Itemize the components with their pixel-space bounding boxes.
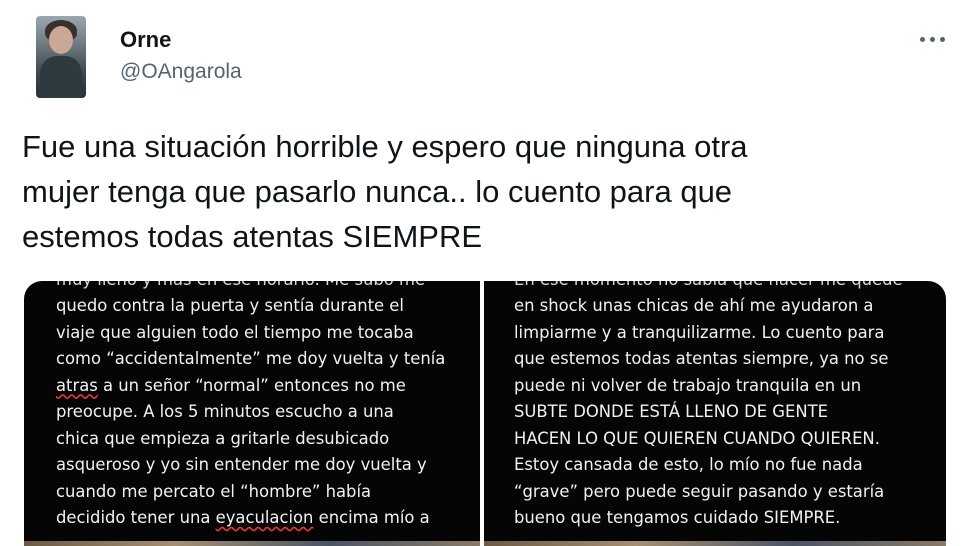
author-display-name[interactable]: Orne xyxy=(120,27,171,53)
media-text-fragment: decidido tener una xyxy=(56,508,216,527)
media-text-line: decidido tener una eyaculacion encima mí… xyxy=(56,505,445,532)
media-cut-line: En ese momento no sabía que hacer me que… xyxy=(514,281,903,294)
media-text-line: chica que empieza a gritarle desubicado xyxy=(56,428,390,448)
media-text-fragment: a un señor “normal” entonces no me xyxy=(97,375,406,395)
media-text-line: en shock unas chicas de ahí me ayudaron … xyxy=(514,296,874,315)
media-image-strip xyxy=(484,541,946,546)
author-handle[interactable]: @OAngarola xyxy=(120,60,242,84)
tweet-text: Fue una situación horrible y espero que … xyxy=(22,129,748,254)
media-image-strip xyxy=(24,541,480,546)
more-horizontal-icon-dot xyxy=(930,37,935,42)
avatar[interactable] xyxy=(36,16,86,98)
tweet-card: Orne @OAngarola Fue una situación horrib… xyxy=(0,0,970,546)
media-cut-line: muy lleno y más en ese horario. Me subo … xyxy=(56,281,425,294)
media-text-line: preocupe. A los 5 minutos escucho a una xyxy=(56,402,394,421)
media-text-line: quedo contra la puerta y sentía durante … xyxy=(56,296,404,315)
media-text-block: en shock unas chicas de ahí me ayudaron … xyxy=(514,293,888,532)
more-horizontal-icon-dot xyxy=(940,37,945,42)
media-image-left[interactable]: muy lleno y más en ese horario. Me subo … xyxy=(24,281,480,546)
avatar-face xyxy=(49,26,73,54)
media-text-line: puede ni volver de trabajo tranquila en … xyxy=(514,375,862,395)
media-image-right[interactable]: En ese momento no sabía que hacer me que… xyxy=(484,281,946,546)
spellcheck-underlined-word: atras xyxy=(56,375,98,395)
media-text-line: viaje que alguien todo el tiempo me toca… xyxy=(56,322,414,342)
media-text-line: SUBTE DONDE ESTÁ LLENO DE GENTE xyxy=(514,402,828,421)
media-text-fragment: encima mío a xyxy=(313,508,430,527)
spellcheck-underlined-word: eyaculacion xyxy=(215,508,314,527)
media-text-line: que estemos todas atentas siempre, ya no… xyxy=(514,349,889,368)
media-text-line: HACEN LO QUE QUIEREN CUANDO QUIEREN. xyxy=(514,428,880,448)
media-text-line: “grave” pero puede seguir pasando y esta… xyxy=(514,481,885,501)
media-text-line: cuando me percato el “hombre” había xyxy=(56,481,372,501)
media-text-line: asqueroso y yo sin entender me doy vuelt… xyxy=(56,455,427,474)
media-text-line: Estoy cansada de esto, lo mío no fue nad… xyxy=(514,455,863,474)
tweet-media[interactable]: muy lleno y más en ese horario. Me subo … xyxy=(24,281,946,546)
avatar-body xyxy=(40,56,82,98)
more-horizontal-icon xyxy=(920,37,925,42)
media-text-line: como “accidentalmente” me doy vuelta y t… xyxy=(56,349,446,368)
media-text-line: bueno que tengamos cuidado SIEMPRE. xyxy=(514,508,841,527)
media-text-line: limpiarme y a tranquilizarme. Lo cuento … xyxy=(514,322,885,342)
media-text-line: atras a un señor “normal” entonces no me xyxy=(56,373,445,400)
media-text-block: quedo contra la puerta y sentía durante … xyxy=(56,293,445,532)
more-options-button[interactable] xyxy=(916,28,950,50)
